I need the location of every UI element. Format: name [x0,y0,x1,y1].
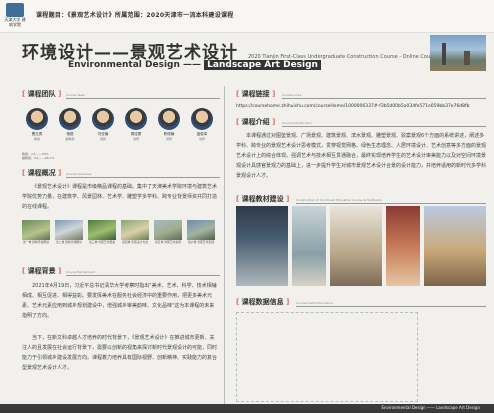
chapter-photo [22,220,50,240]
member-role: 教授 [33,137,40,141]
team-composition: 教授：2人——33% 副教授：4人——66.7% [22,152,55,160]
textbook-cover [424,206,486,286]
team-member: 曹文勇 教授 [22,108,52,141]
page-title-en: Environmental Design —— Landscape Art De… [68,60,321,70]
team-member: 蓝俊军 讲师 [187,108,217,141]
section-sub-materials: Construction of Continued Education Cour… [296,198,382,202]
overview-photo-row: 第一章 建筑环境概述 第二章 建筑景观概论 第三章 景观艺术要素 第四章 景观设… [22,220,222,246]
section-sub-link: Course Links [282,93,302,97]
section-rule [296,306,486,307]
chapter-caption: 第四章 景观设计方法 [121,240,149,244]
member-role: 讲师 [198,137,205,141]
team-member: 杨振 副教授 [55,108,85,141]
column-divider [224,86,225,404]
avatar [92,108,114,130]
section-rule [66,275,220,276]
chapter-photo [55,220,83,240]
background-text-2: 当下，在新文科卓越人才培养的时代背景下，《景观艺术设计》在推进城市更新、关注人的… [22,335,218,371]
team-members: 曹文勇 教授 杨振 副教授 刘亚楠 讲师 周佳蕾 讲师 陈硕楠 讲师 蓝俊军 讲… [22,108,222,148]
textbook-cover [386,206,420,286]
section-sub-intro: Course Introduction [282,121,312,125]
section-title-team: [ 课程团队 ] [22,90,62,98]
page: 天津大学 建筑学院 课程题目：《景观艺术设计》所属范围：2020天津市一流本科建… [0,0,494,413]
chapter-caption: 第五章 景观艺术案例 [154,240,182,244]
textbook-cover [330,206,382,286]
textbook-cover [236,206,288,286]
overview-text: 《景观艺术设计》课程是市级精品课程的基础。集中了天津美术学院环境与建筑艺术学院优… [22,184,218,210]
building-shape [464,51,470,65]
textbook-cover [292,206,326,286]
logo-text: 天津大学 建筑学院 [4,17,26,27]
chapter-photo [121,220,149,240]
page-subtitle-en: 2020 Tianjin First-Class Undergraduate C… [248,54,444,60]
section-sub-overview: Course Overview [66,172,92,176]
member-role: 副教授 [65,137,75,141]
member-role: 讲师 [165,137,172,141]
member-role: 讲师 [99,137,106,141]
team-member: 陈硕楠 讲师 [154,108,184,141]
logo-mark-icon [6,3,24,17]
section-title-data: [ 课程数据信息 ] [236,298,290,306]
avatar [26,108,48,130]
title-en-prefix: Environmental Design —— [68,60,205,70]
top-bar: 天津大学 建筑学院 课程题目：《景观艺术设计》所属范围：2020天津市一流本科建… [0,0,494,33]
section-title-intro: [ 课程介绍 ] [236,118,276,126]
title-en-highlight: Landscape Art Design [204,60,321,70]
avatar [158,108,180,130]
course-topic-line: 课程题目：《景观艺术设计》所属范围：2020天津市一流本科建设课程 [36,12,234,19]
chapter-photo [154,220,182,240]
footer-bar: Environmental Design —— Landscape Art De… [0,404,494,413]
section-sub-team: Course Team [66,93,86,97]
section-rule [282,126,486,127]
team-member: 刘亚楠 讲师 [88,108,118,141]
section-rule [66,177,220,178]
header-landscape-photo [430,35,486,71]
avatar [59,108,81,130]
chapter-caption: 第二章 建筑景观概论 [55,240,83,244]
section-sub-data: Course Data Information [296,301,333,305]
section-rule [296,203,486,204]
university-logo: 天津大学 建筑学院 [4,3,26,27]
section-sub-background: Course Background [66,270,96,274]
chapter-caption: 第三章 景观艺术要素 [88,240,116,244]
section-title-background: [ 课程背景 ] [22,267,62,275]
member-role: 讲师 [132,137,139,141]
intro-text: 本课程通过对图鉴景观、广场景观、建筑景观、滨水景观、雕塑景观、驳案景观6个方面的… [236,133,487,179]
team-member: 周佳蕾 讲师 [121,108,151,141]
data-info-area [236,312,418,402]
section-rule [282,98,486,99]
section-title-materials: [ 课程教材建设 ] [236,195,290,203]
footer-text: Environmental Design —— Landscape Art De… [381,405,480,410]
avatar [125,108,147,130]
chapter-photo [88,220,116,240]
chapter-caption: 第一章 建筑环境概述 [22,240,50,244]
section-rule [66,98,220,99]
chapter-caption: 第六章 景观艺术实践 [187,240,215,244]
course-link[interactable]: https://coursehome.zhihuishu.com/courseH… [236,104,469,109]
avatar [191,108,213,130]
section-title-overview: [ 课程概况 ] [22,169,62,177]
textbook-images [236,206,486,286]
chapter-photo [187,220,215,240]
background-text-1: 2021年4月19日，习近平总书记清华大学考察时指出"美术、艺术、科学、技术相辅… [22,283,217,319]
tower-shape [442,43,446,65]
section-title-link: [ 课程链接 ] [236,90,276,98]
